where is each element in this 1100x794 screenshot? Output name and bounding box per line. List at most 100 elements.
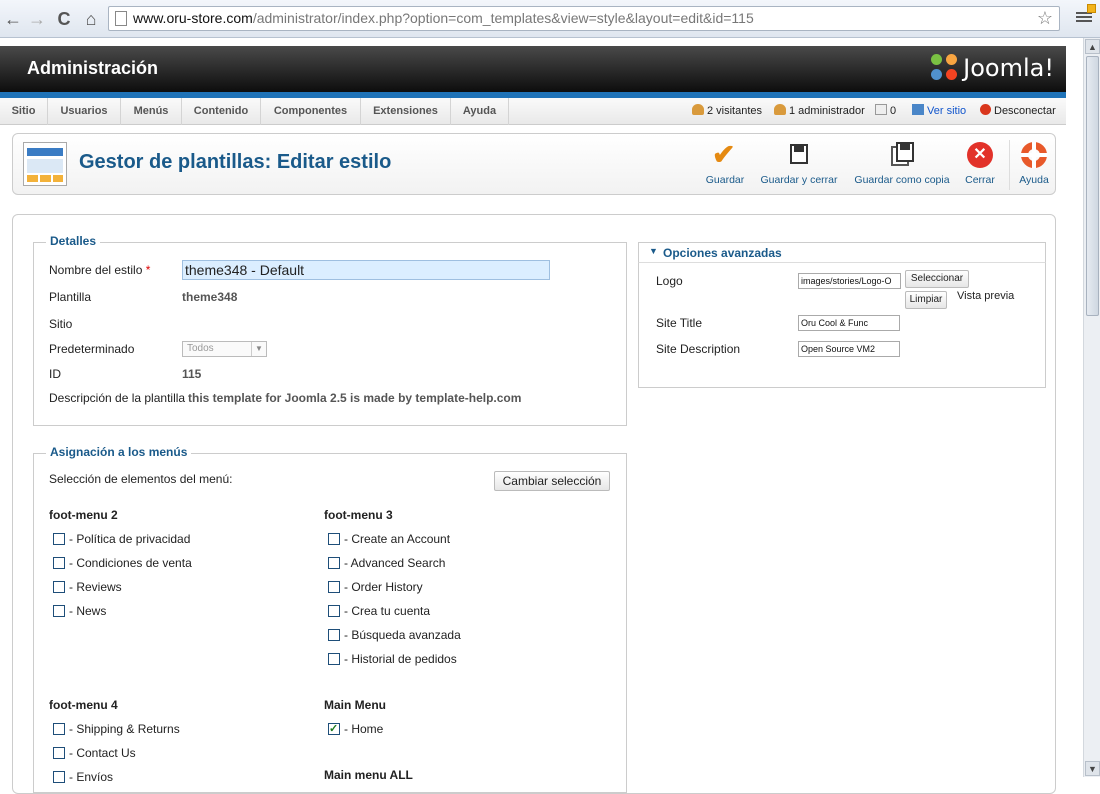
style-name-input[interactable]: theme348 - Default: [182, 260, 550, 280]
floppy-disks-icon: [889, 142, 915, 168]
bookmark-star-icon[interactable]: ☆: [1037, 7, 1053, 30]
save-copy-label: Guardar como copia: [854, 174, 950, 186]
checkbox[interactable]: [328, 557, 340, 569]
reload-icon[interactable]: C: [53, 8, 75, 30]
menu-item-checkbox[interactable]: - Historial de pedidos: [328, 651, 457, 667]
scroll-down-icon[interactable]: ▼: [1085, 761, 1100, 776]
toolbar: Gestor de plantillas: Editar estilo ✔ Gu…: [12, 133, 1056, 195]
menu-item-checkbox[interactable]: - Shipping & Returns: [53, 721, 180, 737]
admins-status: 1 administrador: [774, 98, 865, 125]
template-value: theme348: [182, 290, 238, 304]
view-site-link[interactable]: Ver sitio: [912, 98, 966, 125]
checkbox[interactable]: [328, 605, 340, 617]
logout-label[interactable]: Desconectar: [994, 105, 1056, 117]
menu-item-contenido[interactable]: Contenido: [182, 98, 261, 125]
logo-input[interactable]: images/stories/Logo-O: [798, 273, 901, 289]
scroll-up-icon[interactable]: ▲: [1085, 39, 1100, 54]
main-menu: Sitio Usuarios Menús Contenido Component…: [0, 98, 1066, 125]
page-scrollbar[interactable]: ▲ ▼: [1083, 38, 1100, 777]
menu-item-checkbox[interactable]: - Home: [328, 721, 383, 737]
back-arrow-icon[interactable]: ←: [2, 8, 24, 30]
menu-item-checkbox[interactable]: - Búsqueda avanzada: [328, 627, 461, 643]
joomla-logo: Joomla!: [931, 54, 1054, 82]
admins-count: 1 administrador: [789, 105, 865, 117]
menu-item-checkbox[interactable]: - Envíos: [53, 769, 113, 785]
forward-arrow-icon[interactable]: →: [26, 8, 48, 30]
view-site-label[interactable]: Ver sitio: [927, 105, 966, 117]
clear-logo-button[interactable]: Limpiar: [905, 291, 947, 309]
menu-item-checkbox[interactable]: - Condiciones de venta: [53, 555, 192, 571]
menu-item-extensiones[interactable]: Extensiones: [361, 98, 451, 125]
lifebuoy-icon: [1021, 142, 1047, 168]
checkbox[interactable]: [328, 581, 340, 593]
help-button[interactable]: Ayuda: [1015, 142, 1053, 186]
page-title: Gestor de plantillas: Editar estilo: [79, 151, 392, 173]
menu-item-checkbox[interactable]: - Contact Us: [53, 745, 136, 761]
menu-item-ayuda[interactable]: Ayuda: [451, 98, 509, 125]
toggle-selection-button[interactable]: Cambiar selección: [494, 471, 610, 491]
help-label: Ayuda: [1019, 174, 1049, 186]
checkbox[interactable]: [328, 653, 340, 665]
save-label: Guardar: [705, 174, 745, 186]
checkbox[interactable]: [53, 771, 65, 783]
menu-item-usuarios[interactable]: Usuarios: [48, 98, 121, 125]
scroll-thumb[interactable]: [1086, 56, 1099, 316]
save-close-label: Guardar y cerrar: [760, 174, 838, 186]
checkbox[interactable]: [53, 557, 65, 569]
site-title-input[interactable]: Oru Cool & Func: [798, 315, 900, 331]
checkbox[interactable]: [53, 723, 65, 735]
menu-item-sitio[interactable]: Sitio: [0, 98, 48, 125]
home-icon[interactable]: ⌂: [80, 8, 102, 30]
template-label: Plantilla: [49, 290, 92, 304]
menu-item-checkbox[interactable]: - Advanced Search: [328, 555, 445, 571]
site-label: Sitio: [49, 317, 73, 331]
checkbox[interactable]: [53, 533, 65, 545]
checkbox[interactable]: [328, 629, 340, 641]
visitors-status: 2 visitantes: [692, 98, 762, 125]
checkbox[interactable]: [328, 533, 340, 545]
id-label: ID: [49, 367, 61, 381]
checkbox-checked[interactable]: [328, 721, 340, 737]
save-button[interactable]: ✔ Guardar: [703, 139, 747, 186]
checkbox[interactable]: [53, 747, 65, 759]
default-label: Predeterminado: [49, 342, 135, 356]
collapse-triangle-icon: ▼: [649, 246, 658, 256]
visitors-count: 2 visitantes: [707, 105, 763, 117]
details-legend: Detalles: [46, 234, 101, 248]
menu-group-title: foot-menu 4: [49, 698, 118, 712]
save-copy-button[interactable]: Guardar como copia: [853, 142, 951, 186]
checkbox[interactable]: [53, 605, 65, 617]
address-bar[interactable]: www.oru-store.com/administrator/index.ph…: [108, 6, 1060, 31]
menu-item-checkbox[interactable]: - News: [53, 603, 106, 619]
joomla-logo-text: Joomla!: [963, 54, 1054, 82]
users-icon: [692, 104, 704, 115]
menu-item-checkbox[interactable]: - Reviews: [53, 579, 122, 595]
checkmark-icon: ✔: [712, 139, 736, 170]
menu-item-menus[interactable]: Menús: [121, 98, 182, 125]
menu-item-componentes[interactable]: Componentes: [261, 98, 361, 125]
checkbox[interactable]: [53, 581, 65, 593]
menu-item-checkbox[interactable]: - Create an Account: [328, 531, 450, 547]
select-logo-button[interactable]: Seleccionar: [905, 270, 969, 288]
default-select[interactable]: Todos ▼: [182, 341, 267, 357]
site-description-input[interactable]: Open Source VM2: [798, 341, 900, 357]
menu-group-title: Main menu ALL: [324, 768, 413, 782]
menu-group-title: foot-menu 3: [324, 508, 393, 522]
default-select-value: Todos: [187, 343, 214, 354]
floppy-disk-icon: [786, 142, 812, 168]
close-button[interactable]: ✕ Cerrar: [961, 142, 999, 186]
logout-link[interactable]: Desconectar: [980, 98, 1056, 125]
menu-assignment-legend: Asignación a los menús: [46, 445, 192, 459]
menu-assignment-panel: Asignación a los menús: [33, 445, 627, 793]
browser-menu-icon[interactable]: [1076, 4, 1096, 26]
close-label: Cerrar: [965, 174, 995, 186]
selection-label: Selección de elementos del menú:: [49, 472, 233, 486]
messages-status[interactable]: 0: [875, 98, 896, 125]
menu-item-checkbox[interactable]: - Order History: [328, 579, 423, 595]
save-close-button[interactable]: Guardar y cerrar: [757, 142, 841, 186]
admin-header: Administración Joomla!: [0, 46, 1066, 92]
menu-item-checkbox[interactable]: - Crea tu cuenta: [328, 603, 430, 619]
menu-group-title: foot-menu 2: [49, 508, 118, 522]
menu-item-checkbox[interactable]: - Política de privacidad: [53, 531, 190, 547]
advanced-header[interactable]: ▼ Opciones avanzadas: [638, 242, 1046, 263]
